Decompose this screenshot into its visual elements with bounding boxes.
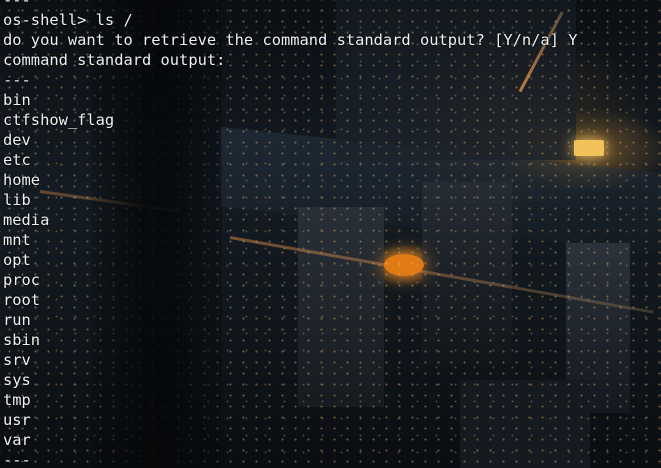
directory-entry: sbin: [3, 331, 41, 349]
directory-entry: root: [3, 291, 41, 309]
directory-entry: srv: [3, 351, 31, 369]
top-separator: ---: [3, 0, 31, 9]
directory-entry: etc: [3, 151, 31, 169]
directory-entry: tmp: [3, 391, 31, 409]
bottom-separator: ---: [3, 451, 31, 468]
directory-entry: ctfshow_flag: [3, 111, 115, 129]
shell-prompt-command: os-shell> ls /: [3, 11, 133, 29]
directory-entry: home: [3, 171, 41, 189]
directory-entry: lib: [3, 191, 31, 209]
directory-entry: proc: [3, 271, 41, 289]
terminal-window[interactable]: --- os-shell> ls / do you want to retrie…: [0, 0, 661, 468]
directory-entry: sys: [3, 371, 31, 389]
retrieve-output-question: do you want to retrieve the command stan…: [3, 31, 578, 49]
directory-entry: var: [3, 431, 31, 449]
directory-entry: run: [3, 311, 31, 329]
directory-entry: usr: [3, 411, 31, 429]
directory-entry: opt: [3, 251, 31, 269]
output-separator: ---: [3, 71, 31, 89]
output-header: command standard output:: [3, 51, 226, 69]
directory-entry: media: [3, 211, 50, 229]
terminal-output[interactable]: --- os-shell> ls / do you want to retrie…: [0, 0, 661, 468]
directory-listing: bin ctfshow_flagdev etc home lib media mnt opt p…: [3, 90, 661, 450]
directory-entry: dev: [3, 131, 31, 149]
directory-entry: bin: [3, 91, 31, 109]
directory-entry: mnt: [3, 231, 31, 249]
